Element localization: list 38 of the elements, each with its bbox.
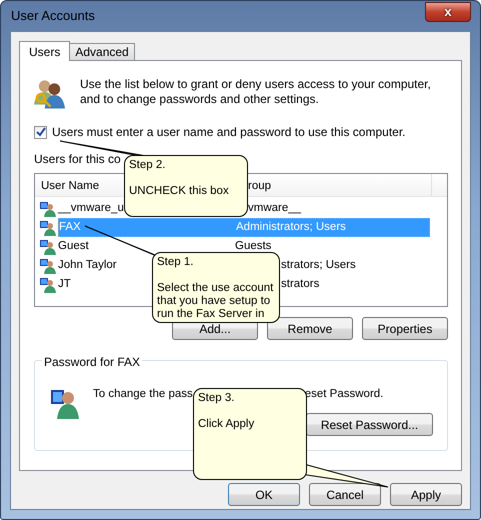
table-cell: Guest — [58, 240, 89, 252]
tab[interactable]: Users — [19, 41, 70, 61]
dialog-button[interactable]: Cancel — [309, 483, 381, 506]
user-icon — [40, 238, 56, 254]
table-cell-text: strators — [281, 276, 320, 292]
reset-password-button[interactable]: Reset Password... — [306, 413, 433, 436]
user-icon — [49, 387, 81, 419]
list-button[interactable]: Properties — [362, 317, 448, 340]
intro-text: Use the list below to grant or deny users access to your computer, and to change passwords and other settings. — [80, 77, 432, 108]
callout-title: Step 3. — [198, 392, 236, 405]
callout-text: UNCHECK this box — [129, 185, 230, 198]
user-icon — [40, 200, 56, 216]
table-cell: FAX — [59, 220, 81, 233]
list-label: Users for this co — [34, 152, 121, 166]
column-header[interactable]: User Name — [41, 180, 100, 192]
table-cell-text: Administrators; Users — [236, 220, 346, 235]
dialog-button[interactable]: OK — [228, 483, 300, 506]
callout-title: Step 1. — [157, 256, 194, 269]
user-icon — [40, 258, 56, 274]
table-cell-text: strators; Users — [281, 258, 356, 273]
table-cell: John Taylor — [58, 258, 117, 271]
column-header[interactable]: roup — [248, 180, 272, 192]
callout-title: Step 2. — [129, 159, 166, 172]
description-text: To change the pass — [93, 387, 193, 402]
dialog-button[interactable]: Apply — [390, 483, 462, 506]
window-title: User Accounts — [10, 7, 95, 26]
close-button[interactable]: x — [425, 2, 471, 22]
list-button[interactable]: Remove — [267, 317, 353, 340]
tab[interactable]: Advanced — [69, 43, 135, 60]
callout-text: Click Apply — [198, 418, 256, 431]
user-icon — [40, 276, 56, 292]
table-cell-text: Guests — [235, 238, 272, 254]
table-cell: __vmware_u — [58, 202, 124, 214]
checkbox[interactable] — [34, 126, 47, 138]
user-icon — [40, 220, 56, 236]
table-cell: JT — [58, 278, 71, 290]
checkbox-label[interactable]: Users must enter a user name and password to use this computer. — [52, 123, 406, 141]
table-cell-text: vmware__ — [248, 200, 302, 216]
